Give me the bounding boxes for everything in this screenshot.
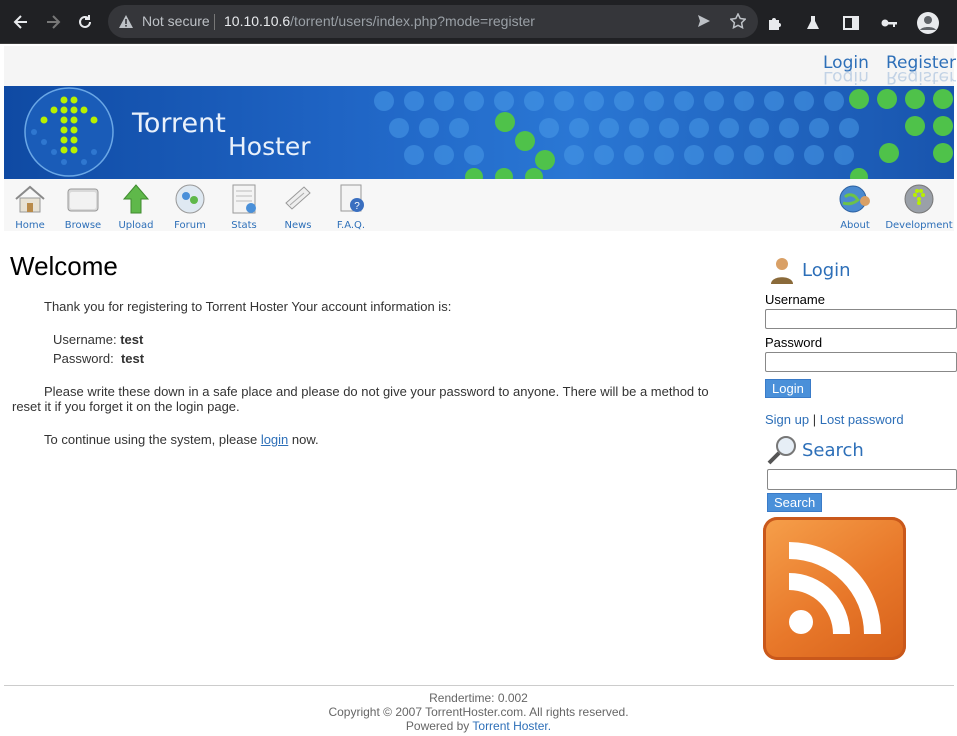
nav-about-label: About [840, 220, 870, 231]
nav-upload-label: Upload [118, 220, 154, 231]
magnifier-icon [767, 436, 796, 465]
login-heading: Login [802, 260, 851, 281]
forward-arrow-icon [47, 15, 61, 29]
password-label: Password: [53, 351, 114, 366]
account-links: Sign up | Lost password [765, 412, 904, 427]
divider [214, 14, 215, 30]
copyright-text: Copyright © 2007 TorrentHoster.com. All … [328, 705, 629, 719]
nav-news[interactable]: News [272, 183, 324, 231]
render-time: Rendertime: 0.002 [429, 691, 528, 705]
back-arrow-icon [13, 15, 27, 29]
nav-faq[interactable]: ? F.A.Q. [325, 183, 377, 231]
footer-divider [4, 685, 954, 686]
login-button[interactable]: Login [765, 379, 811, 398]
password-value: test [120, 351, 145, 366]
continue-prefix: To continue using the system, please [44, 432, 258, 447]
powered-prefix: Powered by [405, 719, 470, 733]
send-icon[interactable] [696, 13, 712, 29]
login-link[interactable]: login [261, 432, 288, 447]
nav-stats-label: Stats [231, 220, 257, 231]
nav-home[interactable]: Home [4, 183, 56, 231]
nav-news-label: News [284, 220, 312, 231]
address-bar[interactable]: Not secure 10.10.10.6/torrent/users/inde… [108, 5, 758, 38]
continue-text: To continue using the system, please log… [44, 432, 319, 447]
upload-arrow-icon [122, 184, 150, 214]
main-navigation: Home Browse Upload Forum Stats News ? F.… [4, 179, 954, 231]
url-path: /torrent/users/index.php?mode=register [290, 13, 535, 29]
folder-icon [67, 188, 99, 212]
sidebar-username-label: Username [765, 292, 825, 307]
news-icon [285, 186, 311, 210]
header-login-link[interactable]: Login Login [823, 53, 869, 87]
site-banner: Torrent Hoster [4, 86, 954, 179]
sidepanel-icon[interactable] [842, 14, 860, 32]
intro-text: Thank you for registering to Torrent Hos… [44, 299, 452, 314]
username-value: test [120, 332, 144, 347]
username-input[interactable] [765, 309, 957, 329]
continue-suffix: now. [291, 432, 319, 447]
rss-icon [789, 542, 881, 634]
username-row: Username: test [53, 332, 143, 347]
bookmark-star-icon[interactable] [730, 13, 746, 29]
banner-title-hoster: Hoster [228, 132, 311, 161]
nav-browse-label: Browse [64, 220, 102, 231]
browser-toolbar: Not secure 10.10.10.6/torrent/users/inde… [0, 0, 957, 44]
nav-upload[interactable]: Upload [110, 183, 162, 231]
signup-link[interactable]: Sign up [765, 412, 809, 427]
search-heading: Search [802, 440, 864, 461]
web-page: Login Login Register Register Torrent Host… [0, 44, 957, 736]
url-text[interactable]: 10.10.10.6/torrent/users/index.php?mode=… [224, 13, 535, 29]
top-bar: Login Login Register Register [4, 46, 956, 87]
password-row: Password: test [53, 351, 144, 366]
nav-faq-label: F.A.Q. [336, 220, 366, 231]
key-icon[interactable] [880, 14, 898, 32]
stats-icon [232, 184, 256, 214]
lost-password-link[interactable]: Lost password [820, 412, 904, 427]
nav-forum[interactable]: Forum [164, 183, 216, 231]
svg-text:?: ? [354, 201, 360, 212]
username-label: Username: [53, 332, 117, 347]
nav-development[interactable]: Development [884, 183, 954, 231]
about-icon [839, 185, 870, 213]
profile-avatar-icon[interactable] [916, 11, 940, 35]
extensions-puzzle-icon[interactable] [766, 14, 784, 32]
password-input[interactable] [765, 352, 957, 372]
back-button[interactable] [10, 11, 32, 33]
nav-home-label: Home [15, 220, 45, 231]
link-separator: | [812, 412, 817, 427]
forward-button[interactable] [42, 11, 64, 33]
user-icon [771, 258, 793, 284]
development-icon [904, 184, 934, 214]
warning-icon [119, 15, 133, 28]
reload-button[interactable] [74, 11, 96, 33]
nav-forum-label: Forum [174, 220, 206, 231]
powered-by: Powered by Torrent Hoster. [0, 719, 957, 733]
sidebar-password-label: Password [765, 335, 823, 350]
url-host: 10.10.10.6 [224, 13, 291, 29]
warning-text: Please write these down in a safe place … [12, 384, 709, 414]
banner-title-torrent: Torrent [132, 108, 226, 139]
security-label: Not secure [142, 13, 210, 29]
search-button[interactable]: Search [767, 493, 823, 512]
header-register-link[interactable]: Register Register [886, 53, 956, 87]
reload-icon [79, 15, 91, 28]
rss-feed-button[interactable] [763, 517, 906, 660]
house-icon [15, 185, 45, 213]
page-title: Welcome [10, 251, 118, 281]
nav-about[interactable]: About [829, 183, 881, 231]
search-input[interactable] [767, 469, 957, 490]
nav-browse[interactable]: Browse [57, 183, 109, 231]
faq-icon: ? [340, 184, 364, 212]
flask-icon[interactable] [804, 14, 822, 32]
nav-stats[interactable]: Stats [218, 183, 270, 231]
nav-development-label: Development [885, 220, 953, 231]
forum-icon [175, 184, 205, 214]
torrent-hoster-link[interactable]: Torrent Hoster. [472, 719, 551, 733]
